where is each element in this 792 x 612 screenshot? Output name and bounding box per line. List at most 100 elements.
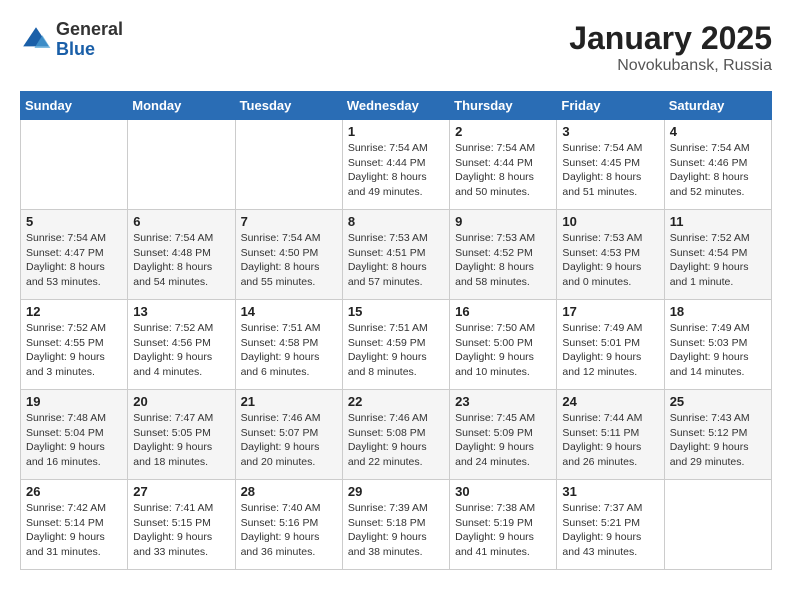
day-number: 28 (241, 484, 337, 499)
calendar-cell: 27 Sunrise: 7:41 AMSunset: 5:15 PMDayligh… (128, 480, 235, 570)
day-number: 2 (455, 124, 551, 139)
logo-blue: Blue (56, 39, 95, 59)
logo-icon (20, 24, 52, 56)
day-number: 24 (562, 394, 658, 409)
calendar-cell: 14Sunrise: 7:51 AMSunset: 4:58 PMDayligh… (235, 300, 342, 390)
day-info: Sunrise: 7:54 AMSunset: 4:44 PMDaylight:… (348, 141, 444, 200)
day-info: Sunrise: 7:46 AMSunset: 5:07 PMDaylight:… (241, 411, 337, 470)
logo-text: General Blue (56, 20, 123, 60)
calendar-cell: 24Sunrise: 7:44 AMSunset: 5:11 PMDayligh… (557, 390, 664, 480)
day-number: 20 (133, 394, 229, 409)
day-number: 19 (26, 394, 122, 409)
calendar-cell (235, 120, 342, 210)
location-subtitle: Novokubansk, Russia (569, 57, 772, 75)
day-info: Sunrise: 7:40 AMSunset: 5:16 PMDaylight:… (241, 501, 337, 560)
calendar-cell: 23 Sunrise: 7:45 AMSunset: 5:09 PMDayligh… (450, 390, 557, 480)
day-info: Sunrise: 7:38 AMSunset: 5:19 PMDaylight:… (455, 501, 551, 560)
day-number: 7 (241, 214, 337, 229)
calendar-cell: 16Sunrise: 7:50 AMSunset: 5:00 PMDayligh… (450, 300, 557, 390)
day-info: Sunrise: 7:53 AMSunset: 4:53 PMDaylight:… (562, 231, 658, 290)
calendar-cell: 5 Sunrise: 7:54 AMSunset: 4:47 PMDaylight… (21, 210, 128, 300)
weekday-header-saturday: Saturday (664, 92, 771, 120)
day-info: Sunrise: 7:50 AMSunset: 5:00 PMDaylight:… (455, 321, 551, 380)
calendar-week-1: 1 Sunrise: 7:54 AMSunset: 4:44 PMDaylight… (21, 120, 772, 210)
day-number: 5 (26, 214, 122, 229)
day-number: 25 (670, 394, 766, 409)
calendar-cell (664, 480, 771, 570)
day-number: 22 (348, 394, 444, 409)
calendar-table: SundayMondayTuesdayWednesdayThursdayFrid… (20, 91, 772, 570)
day-info: Sunrise: 7:47 AMSunset: 5:05 PMDaylight:… (133, 411, 229, 470)
calendar-cell: 22 Sunrise: 7:46 AMSunset: 5:08 PMDayligh… (342, 390, 449, 480)
day-number: 4 (670, 124, 766, 139)
calendar-cell: 30 Sunrise: 7:38 AMSunset: 5:19 PMDayligh… (450, 480, 557, 570)
day-number: 17 (562, 304, 658, 319)
day-number: 15 (348, 304, 444, 319)
day-number: 1 (348, 124, 444, 139)
day-number: 11 (670, 214, 766, 229)
day-info: Sunrise: 7:48 AMSunset: 5:04 PMDaylight:… (26, 411, 122, 470)
day-info: Sunrise: 7:51 AMSunset: 4:58 PMDaylight:… (241, 321, 337, 380)
day-info: Sunrise: 7:42 AMSunset: 5:14 PMDaylight:… (26, 501, 122, 560)
calendar-cell: 2 Sunrise: 7:54 AMSunset: 4:44 PMDaylight… (450, 120, 557, 210)
weekday-header-friday: Friday (557, 92, 664, 120)
calendar-cell: 19 Sunrise: 7:48 AMSunset: 5:04 PMDayligh… (21, 390, 128, 480)
day-info: Sunrise: 7:54 AMSunset: 4:47 PMDaylight:… (26, 231, 122, 290)
calendar-cell: 17Sunrise: 7:49 AMSunset: 5:01 PMDayligh… (557, 300, 664, 390)
day-info: Sunrise: 7:52 AMSunset: 4:54 PMDaylight:… (670, 231, 766, 290)
day-info: Sunrise: 7:46 AMSunset: 5:08 PMDaylight:… (348, 411, 444, 470)
logo: General Blue (20, 20, 123, 60)
calendar-cell: 8Sunrise: 7:53 AMSunset: 4:51 PMDaylight… (342, 210, 449, 300)
weekday-header-tuesday: Tuesday (235, 92, 342, 120)
day-number: 26 (26, 484, 122, 499)
day-number: 21 (241, 394, 337, 409)
day-info: Sunrise: 7:54 AMSunset: 4:50 PMDaylight:… (241, 231, 337, 290)
calendar-week-4: 19 Sunrise: 7:48 AMSunset: 5:04 PMDayligh… (21, 390, 772, 480)
day-info: Sunrise: 7:43 AMSunset: 5:12 PMDaylight:… (670, 411, 766, 470)
calendar-cell: 4Sunrise: 7:54 AMSunset: 4:46 PMDaylight… (664, 120, 771, 210)
day-info: Sunrise: 7:52 AMSunset: 4:55 PMDaylight:… (26, 321, 122, 380)
weekday-header-thursday: Thursday (450, 92, 557, 120)
calendar-cell: 15Sunrise: 7:51 AMSunset: 4:59 PMDayligh… (342, 300, 449, 390)
day-number: 29 (348, 484, 444, 499)
calendar-cell (128, 120, 235, 210)
calendar-cell: 21 Sunrise: 7:46 AMSunset: 5:07 PMDayligh… (235, 390, 342, 480)
day-info: Sunrise: 7:45 AMSunset: 5:09 PMDaylight:… (455, 411, 551, 470)
weekday-header-wednesday: Wednesday (342, 92, 449, 120)
day-number: 10 (562, 214, 658, 229)
calendar-cell: 25 Sunrise: 7:43 AMSunset: 5:12 PMDayligh… (664, 390, 771, 480)
calendar-cell: 9 Sunrise: 7:53 AMSunset: 4:52 PMDaylight… (450, 210, 557, 300)
calendar-cell (21, 120, 128, 210)
day-info: Sunrise: 7:53 AMSunset: 4:52 PMDaylight:… (455, 231, 551, 290)
calendar-cell: 1 Sunrise: 7:54 AMSunset: 4:44 PMDaylight… (342, 120, 449, 210)
day-info: Sunrise: 7:37 AMSunset: 5:21 PMDaylight:… (562, 501, 658, 560)
day-number: 23 (455, 394, 551, 409)
calendar-week-3: 12Sunrise: 7:52 AMSunset: 4:55 PMDayligh… (21, 300, 772, 390)
logo-general: General (56, 19, 123, 39)
day-info: Sunrise: 7:52 AMSunset: 4:56 PMDaylight:… (133, 321, 229, 380)
calendar-cell: 31 Sunrise: 7:37 AMSunset: 5:21 PMDayligh… (557, 480, 664, 570)
day-number: 3 (562, 124, 658, 139)
calendar-cell: 10 Sunrise: 7:53 AMSunset: 4:53 PMDayligh… (557, 210, 664, 300)
weekday-header-monday: Monday (128, 92, 235, 120)
page-header: General Blue January 2025 Novokubansk, R… (20, 20, 772, 75)
day-number: 31 (562, 484, 658, 499)
calendar-cell: 20 Sunrise: 7:47 AMSunset: 5:05 PMDayligh… (128, 390, 235, 480)
day-info: Sunrise: 7:54 AMSunset: 4:44 PMDaylight:… (455, 141, 551, 200)
day-number: 9 (455, 214, 551, 229)
day-number: 6 (133, 214, 229, 229)
calendar-week-5: 26 Sunrise: 7:42 AMSunset: 5:14 PMDayligh… (21, 480, 772, 570)
day-number: 30 (455, 484, 551, 499)
calendar-cell: 28 Sunrise: 7:40 AMSunset: 5:16 PMDayligh… (235, 480, 342, 570)
calendar-cell: 12Sunrise: 7:52 AMSunset: 4:55 PMDayligh… (21, 300, 128, 390)
weekday-header-sunday: Sunday (21, 92, 128, 120)
month-year-title: January 2025 (569, 20, 772, 57)
day-info: Sunrise: 7:49 AMSunset: 5:03 PMDaylight:… (670, 321, 766, 380)
calendar-cell: 11 Sunrise: 7:52 AMSunset: 4:54 PMDayligh… (664, 210, 771, 300)
weekday-header-row: SundayMondayTuesdayWednesdayThursdayFrid… (21, 92, 772, 120)
day-number: 8 (348, 214, 444, 229)
day-info: Sunrise: 7:41 AMSunset: 5:15 PMDaylight:… (133, 501, 229, 560)
day-number: 27 (133, 484, 229, 499)
calendar-week-2: 5 Sunrise: 7:54 AMSunset: 4:47 PMDaylight… (21, 210, 772, 300)
day-number: 18 (670, 304, 766, 319)
